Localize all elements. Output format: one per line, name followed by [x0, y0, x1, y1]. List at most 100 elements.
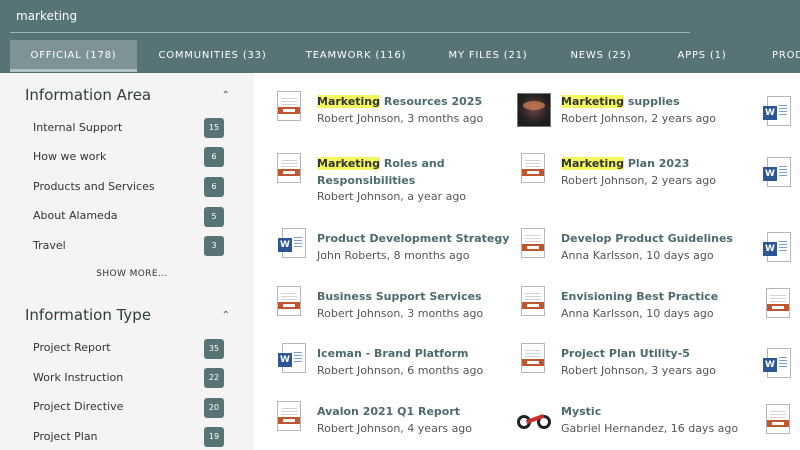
- word-icon[interactable]: W: [763, 232, 791, 262]
- facet-project-plan[interactable]: Project Plan: [33, 426, 233, 448]
- results-column-3: W W W W: [762, 91, 800, 450]
- result-title[interactable]: Mystic: [561, 403, 601, 420]
- count-badge: 6: [204, 177, 224, 197]
- facet-how-we-work[interactable]: How we work: [33, 146, 233, 168]
- result-item[interactable]: Project Plan Utility-5 Robert Johnson, 3…: [521, 343, 751, 385]
- highlight-term: Marketing: [561, 157, 625, 170]
- result-meta: Anna Karlsson, 10 days ago: [561, 249, 714, 262]
- result-meta: Robert Johnson, a year ago: [317, 190, 467, 203]
- result-item[interactable]: Mystic Gabriel Hernandez, 16 days ago: [517, 403, 751, 443]
- result-title[interactable]: Business Support Services: [317, 288, 482, 305]
- facet-travel[interactable]: Travel: [33, 235, 233, 257]
- count-badge: 19: [204, 427, 224, 447]
- pdf-icon[interactable]: [766, 288, 790, 318]
- facet-work-instruction[interactable]: Work Instruction: [33, 367, 233, 389]
- section-title-information-area: Information Area: [25, 86, 152, 104]
- facet-label: Project Directive: [33, 400, 124, 413]
- results-tabs: OFFICIAL (178) COMMUNITIES (33) TEAMWORK…: [0, 35, 800, 73]
- section-title-information-type: Information Type: [25, 306, 152, 324]
- pdf-icon: [277, 401, 305, 433]
- result-item[interactable]: Business Support Services Robert Johnson…: [277, 286, 507, 328]
- pdf-icon: [277, 91, 305, 123]
- result-meta: Robert Johnson, 2 years ago: [561, 174, 717, 187]
- result-meta: Robert Johnson, 2 years ago: [561, 112, 717, 125]
- word-icon[interactable]: W: [763, 96, 791, 126]
- result-title[interactable]: Develop Product Guidelines: [561, 230, 733, 247]
- result-meta: Robert Johnson, 6 months ago: [317, 364, 484, 377]
- result-item[interactable]: Avalon 2021 Q1 Report Robert Johnson, 4 …: [277, 401, 507, 443]
- facet-label: Project Report: [33, 341, 111, 354]
- pdf-icon: [277, 153, 305, 185]
- result-meta: Anna Karlsson, 10 days ago: [561, 307, 714, 320]
- result-item[interactable]: Develop Product Guidelines Anna Karlsson…: [521, 228, 751, 270]
- facet-label: Project Plan: [33, 430, 98, 443]
- search-bar: [0, 0, 800, 35]
- result-meta: Gabriel Hernandez, 16 days ago: [561, 422, 739, 435]
- title-text: Plan 2023: [624, 157, 690, 170]
- facet-label: How we work: [33, 150, 107, 163]
- refiner-sidebar: Information Area ⌃ Internal Support 15 H…: [0, 73, 254, 450]
- word-icon[interactable]: W: [763, 348, 791, 378]
- title-text: Resources 2025: [380, 95, 483, 108]
- facet-project-report[interactable]: Project Report: [33, 337, 233, 359]
- result-item[interactable]: Marketing Resources 2025 Robert Johnson,…: [277, 91, 507, 133]
- bike-icon: [517, 405, 551, 437]
- pdf-icon[interactable]: [766, 404, 790, 434]
- facet-products-and-services[interactable]: Products and Services: [33, 176, 233, 198]
- result-item[interactable]: W Product Development Strategy John Robe…: [277, 228, 509, 270]
- tab-communities[interactable]: COMMUNITIES (33): [150, 40, 275, 72]
- pdf-icon: [521, 228, 549, 260]
- count-badge: 5: [204, 207, 224, 227]
- tab-apps[interactable]: APPS (1): [666, 40, 738, 72]
- refiner-panel: Information Area ⌃ Internal Support 15 H…: [10, 73, 254, 450]
- facet-label: Products and Services: [33, 180, 155, 193]
- result-item[interactable]: W Iceman - Brand Platform Robert Johnson…: [277, 343, 507, 385]
- result-title[interactable]: Marketing Roles and Responsibilities: [317, 155, 467, 189]
- pdf-icon: [521, 153, 549, 185]
- count-badge: 20: [204, 398, 224, 418]
- result-meta: Robert Johnson, 3 months ago: [317, 112, 484, 125]
- tab-news[interactable]: NEWS (25): [561, 40, 641, 72]
- result-title[interactable]: Iceman - Brand Platform: [317, 345, 469, 362]
- count-badge: 6: [204, 147, 224, 167]
- photo-icon: [517, 93, 551, 127]
- result-meta: Robert Johnson, 3 months ago: [317, 307, 484, 320]
- word-icon: W: [277, 343, 306, 375]
- facet-project-directive[interactable]: Project Directive: [33, 396, 233, 418]
- facet-label: Internal Support: [33, 121, 123, 134]
- pdf-icon: [277, 286, 305, 318]
- result-title[interactable]: Product Development Strategy: [317, 230, 509, 247]
- facet-internal-support[interactable]: Internal Support: [33, 117, 233, 139]
- result-item[interactable]: Marketing Plan 2023 Robert Johnson, 2 ye…: [521, 153, 751, 195]
- facet-label: About Alameda: [33, 209, 118, 222]
- facet-about-alameda[interactable]: About Alameda: [33, 205, 233, 227]
- show-more-link[interactable]: SHOW MORE...: [10, 269, 254, 279]
- result-title[interactable]: Marketing supplies: [561, 93, 680, 110]
- result-item[interactable]: Envisioning Best Practice Anna Karlsson,…: [521, 286, 751, 328]
- result-title[interactable]: Marketing Plan 2023: [561, 155, 689, 172]
- tab-my-files[interactable]: MY FILES (21): [440, 40, 536, 72]
- highlight-term: Marketing: [317, 95, 381, 108]
- search-input[interactable]: [10, 0, 690, 33]
- count-badge: 22: [204, 368, 224, 388]
- chevron-up-icon[interactable]: ⌃: [222, 310, 230, 321]
- pdf-icon: [521, 286, 549, 318]
- tab-teamwork[interactable]: TEAMWORK (116): [297, 40, 415, 72]
- count-badge: 15: [204, 118, 224, 138]
- facet-label: Work Instruction: [33, 371, 124, 384]
- word-icon: W: [277, 228, 306, 260]
- chevron-up-icon[interactable]: ⌃: [222, 90, 230, 101]
- result-title[interactable]: Project Plan Utility-5: [561, 345, 690, 362]
- tab-official[interactable]: OFFICIAL (178): [10, 40, 137, 72]
- highlight-term: Marketing: [561, 95, 625, 108]
- tab-products[interactable]: PROD: [772, 40, 800, 72]
- result-meta: Robert Johnson, 4 years ago: [317, 422, 473, 435]
- highlight-term: Marketing: [317, 157, 381, 170]
- result-title[interactable]: Marketing Resources 2025: [317, 93, 482, 110]
- result-title[interactable]: Envisioning Best Practice: [561, 288, 718, 305]
- pdf-icon: [521, 343, 549, 375]
- word-icon[interactable]: W: [763, 157, 791, 187]
- result-item[interactable]: Marketing supplies Robert Johnson, 2 yea…: [517, 93, 751, 133]
- result-item[interactable]: Marketing Roles and Responsibilities Rob…: [277, 153, 507, 210]
- result-title[interactable]: Avalon 2021 Q1 Report: [317, 403, 460, 420]
